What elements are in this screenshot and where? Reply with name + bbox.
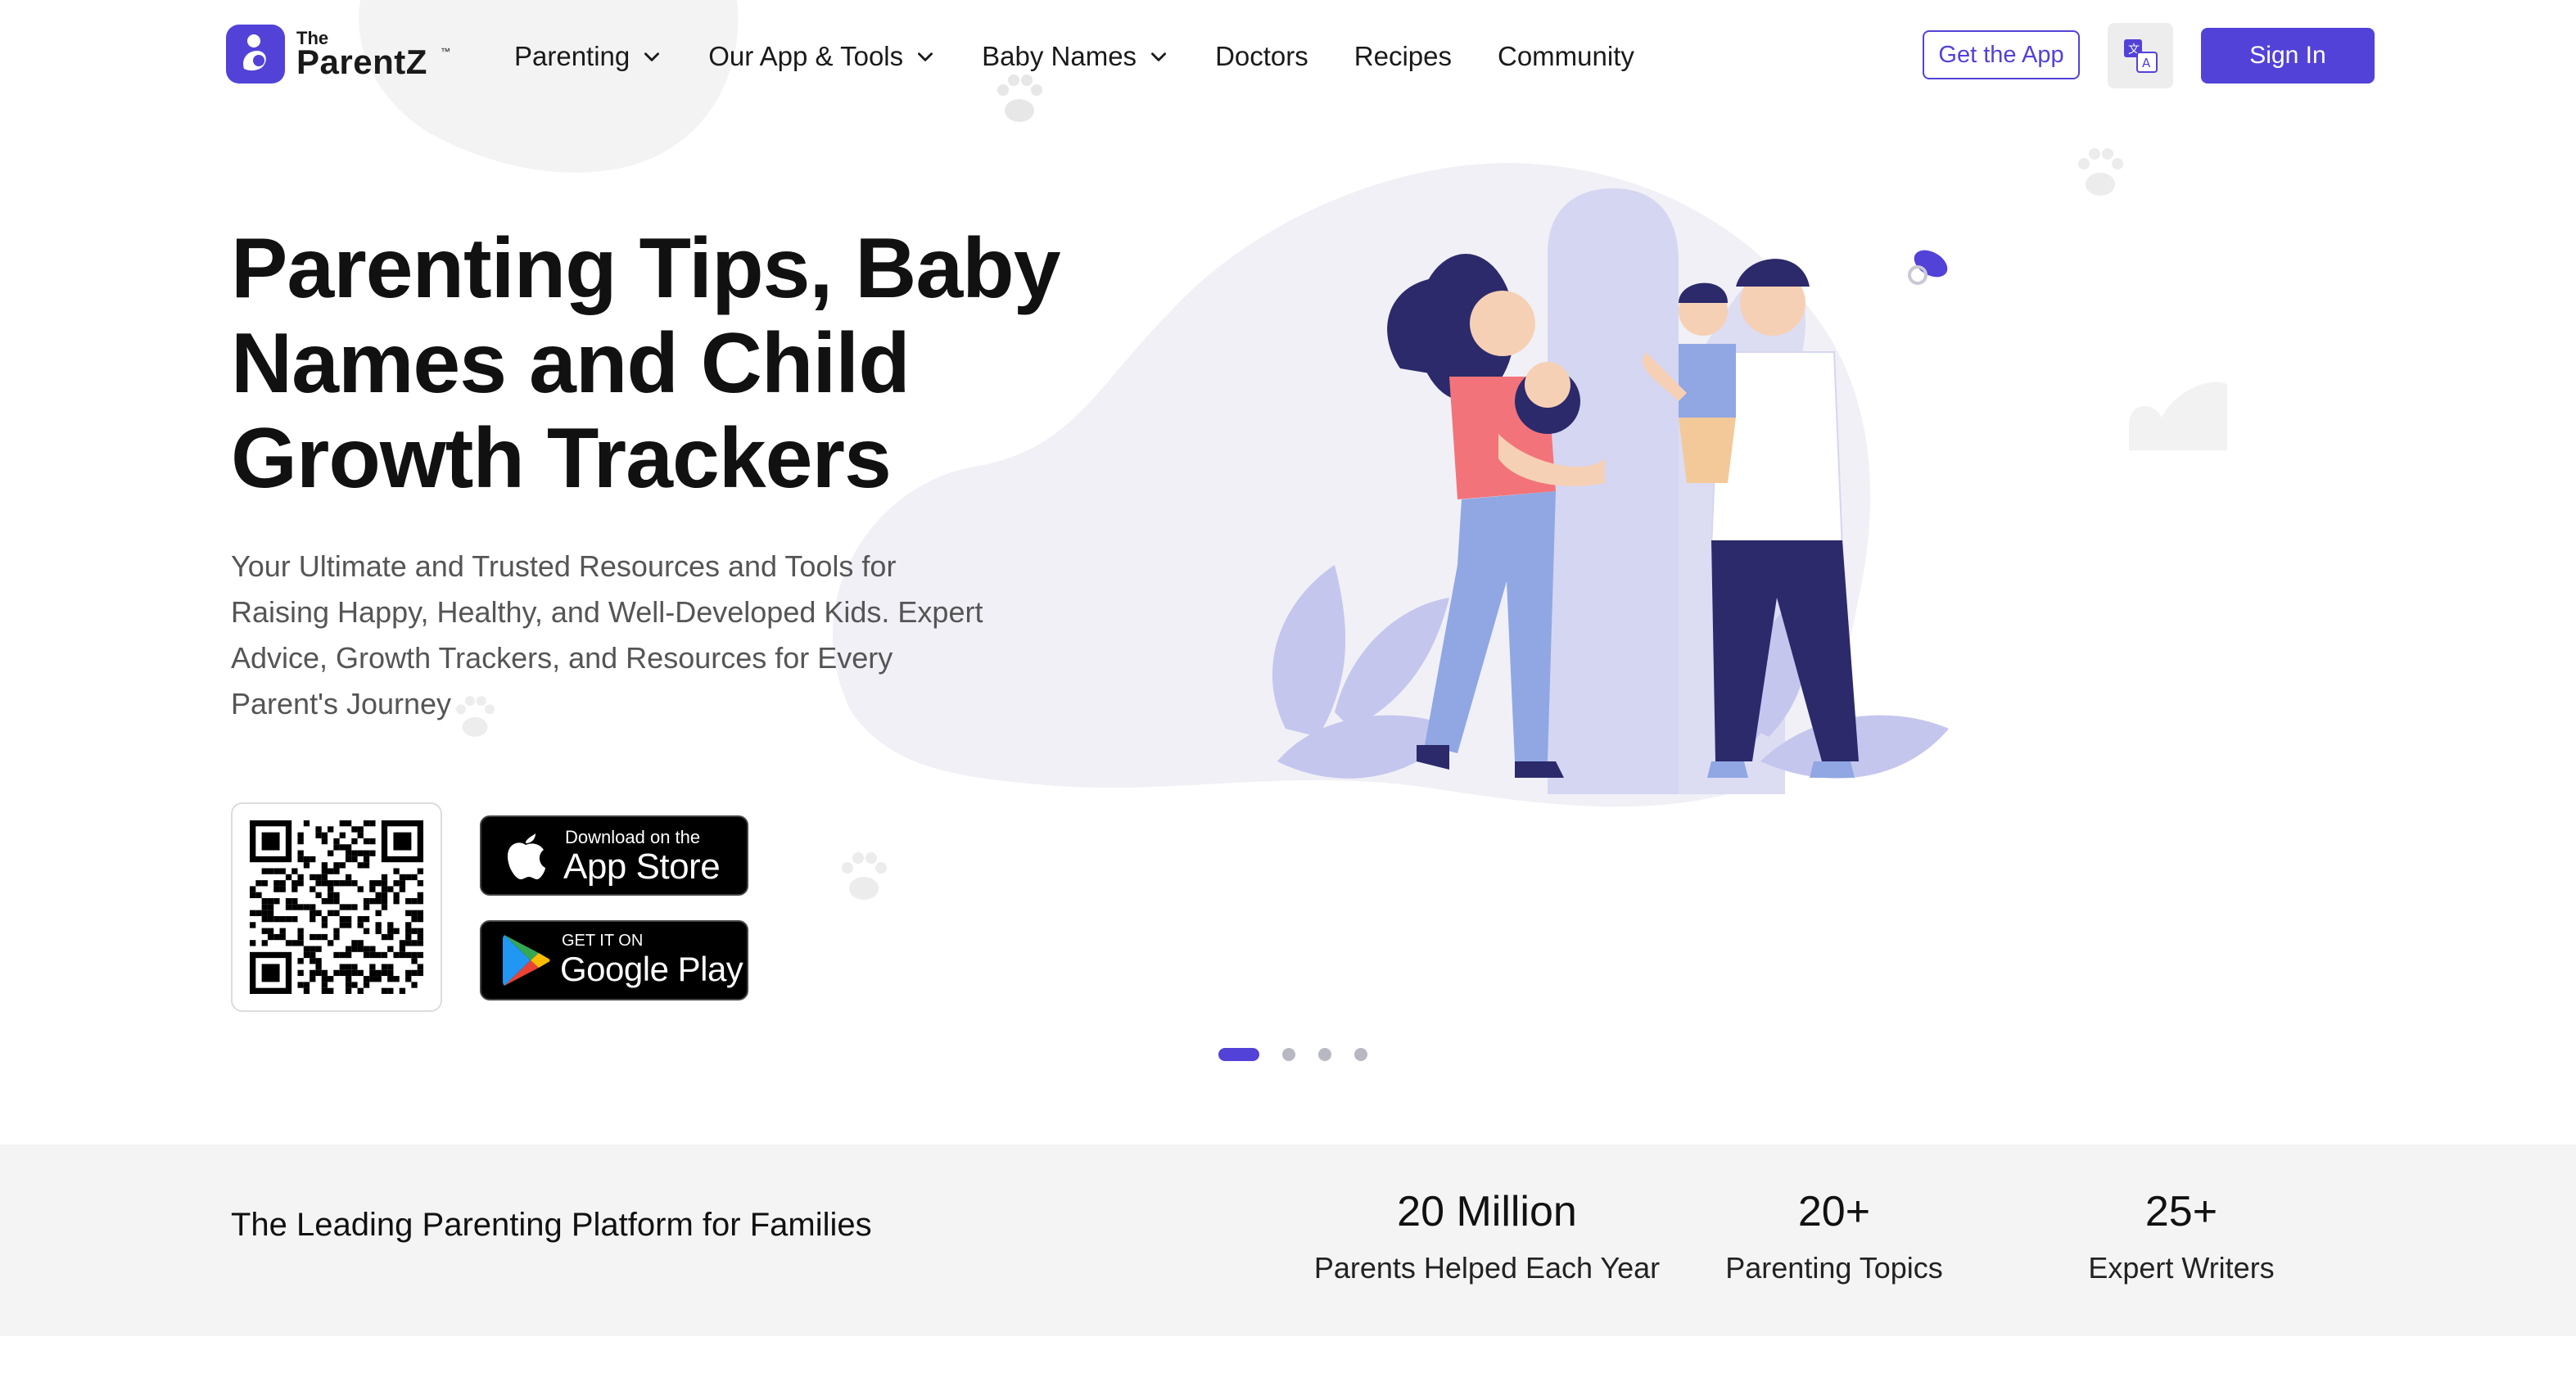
language-button[interactable]: 文 A: [2108, 23, 2173, 88]
chevron-down-icon: [1151, 52, 1167, 61]
nav-community[interactable]: Community: [1498, 41, 1634, 72]
chevron-down-icon: [918, 52, 933, 61]
carousel-dot[interactable]: [1282, 1048, 1295, 1061]
app-qr-code: [231, 802, 442, 1012]
paw-print-decor: [842, 852, 887, 900]
hero-subtitle-line: Your Ultimate and Trusted Resources and …: [231, 549, 897, 583]
carousel-dot[interactable]: [1218, 1048, 1259, 1061]
carousel-dot[interactable]: [1318, 1048, 1331, 1061]
stat-value: 20 Million: [1397, 1188, 1577, 1235]
logo-trademark: ™: [441, 46, 450, 57]
hero-title-line: Parenting Tips, Baby: [231, 221, 1061, 316]
site-header: The ParentZ ™ Parenting Our App & Tools …: [0, 0, 2576, 115]
google-play-icon: [503, 935, 550, 986]
stat-value: 25+: [2144, 1188, 2218, 1235]
nav-parenting[interactable]: Parenting: [514, 41, 662, 72]
main-nav: Parenting Our App & Tools Baby Names Doc…: [514, 33, 1680, 80]
hero-title-line: Names and Child: [231, 316, 911, 411]
app-store-button[interactable]: Download on the App Store: [480, 815, 748, 896]
stat-label: Parenting Topics: [1725, 1251, 1943, 1285]
nav-recipes[interactable]: Recipes: [1354, 41, 1452, 72]
stat-label: Parents Helped Each Year: [1313, 1251, 1661, 1285]
nav-doctors[interactable]: Doctors: [1215, 41, 1308, 72]
carousel-pagination: [1218, 1046, 1390, 1063]
hero-subtitle: Your Ultimate and Trusted Resources and …: [231, 544, 1017, 727]
nav-item-label: Baby Names: [982, 41, 1137, 71]
hero-subtitle-line: Raising Happy, Healthy, and Well-Develop…: [231, 595, 983, 629]
apple-icon: [508, 833, 545, 879]
app-store-big-text: App Store: [563, 847, 721, 887]
logo-wordmark: The ParentZ ™: [296, 25, 460, 84]
stat-parents-helped: 20 Million Parents Helped Each Year: [1299, 1185, 1675, 1287]
nav-our-app-tools[interactable]: Our App & Tools: [708, 41, 936, 72]
nav-item-label: Parenting: [514, 41, 630, 71]
hero-title: Parenting Tips, Baby Names and Child Gro…: [231, 221, 1082, 506]
svg-text:A: A: [2142, 56, 2151, 70]
google-play-big-text: Google Play: [560, 950, 743, 988]
stats-tagline: The Leading Parenting Platform for Famil…: [231, 1207, 872, 1243]
app-store-small-text: Download on the: [565, 827, 701, 847]
paw-print-decor: [2078, 148, 2123, 196]
google-play-button[interactable]: GET IT ON Google Play: [480, 920, 748, 1000]
google-play-small-text: GET IT ON: [562, 932, 644, 950]
stat-label: Expert Writers: [2088, 1251, 2275, 1285]
stats-band: The Leading Parenting Platform for Famil…: [0, 1145, 2576, 1336]
hero-title-line: Growth Trackers: [231, 411, 892, 506]
sign-in-button[interactable]: Sign In: [2201, 28, 2375, 84]
background-shape-right: [2129, 382, 2227, 450]
nav-item-label: Doctors: [1215, 41, 1308, 71]
hero-subtitle-line: Parent's Journey: [231, 687, 452, 720]
stat-value: 20+: [1797, 1188, 1871, 1235]
logo-name: ParentZ: [296, 43, 427, 81]
hero-subtitle-line: Advice, Growth Trackers, and Resources f…: [231, 641, 893, 675]
nav-item-label: Recipes: [1354, 41, 1452, 71]
stat-parenting-topics: 20+ Parenting Topics: [1646, 1185, 2022, 1287]
qr-code-image: [250, 820, 423, 994]
logo-icon: [226, 25, 285, 84]
stat-expert-writers: 25+ Expert Writers: [1993, 1185, 2370, 1287]
nav-item-label: Community: [1498, 41, 1634, 71]
nav-baby-names[interactable]: Baby Names: [982, 41, 1169, 72]
nav-item-label: Our App & Tools: [708, 41, 904, 71]
logo[interactable]: The ParentZ ™: [226, 23, 460, 85]
get-the-app-button[interactable]: Get the App: [1923, 30, 2080, 79]
chevron-down-icon: [644, 52, 660, 61]
carousel-dot[interactable]: [1354, 1048, 1367, 1061]
translate-icon: 文 A: [2124, 39, 2158, 73]
